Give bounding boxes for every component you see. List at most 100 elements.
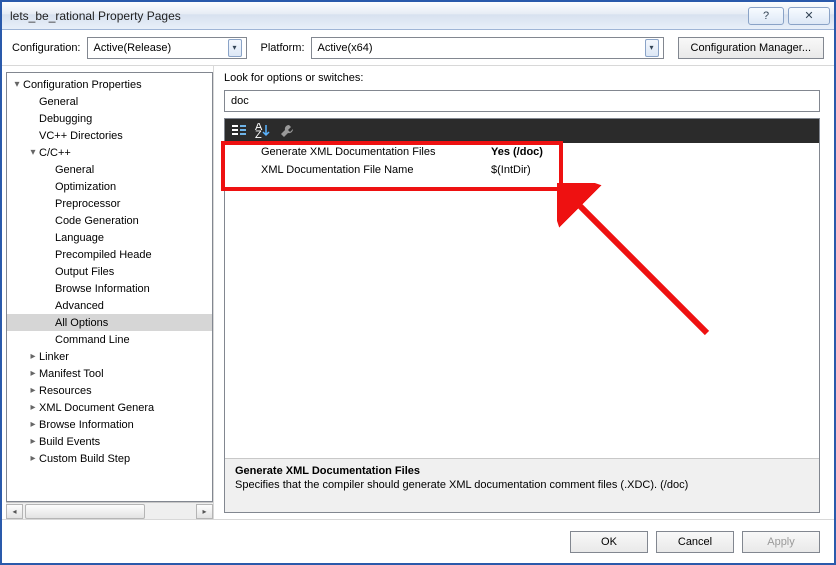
tree-label: Browse Information bbox=[55, 283, 150, 295]
tree-root[interactable]: ▾Configuration Properties bbox=[7, 76, 212, 93]
platform-label: Platform: bbox=[261, 42, 305, 54]
chevron-right-icon: ▸ bbox=[27, 368, 39, 379]
tree-label: All Options bbox=[55, 317, 108, 329]
window-buttons: ? ✕ bbox=[748, 7, 830, 25]
property-value: $(IntDir) bbox=[491, 164, 531, 176]
tree-label: General bbox=[39, 96, 78, 108]
tree-label: XML Document Genera bbox=[39, 402, 154, 414]
tree-item[interactable]: ▸Build Events bbox=[7, 433, 212, 450]
window-title: lets_be_rational Property Pages bbox=[10, 9, 748, 23]
property-key: XML Documentation File Name bbox=[261, 164, 491, 176]
question-icon: ? bbox=[763, 10, 769, 22]
tree-item[interactable]: Advanced bbox=[7, 297, 212, 314]
tree-label: Precompiled Heade bbox=[55, 249, 152, 261]
apply-button[interactable]: Apply bbox=[742, 531, 820, 553]
close-button[interactable]: ✕ bbox=[788, 7, 830, 25]
property-key: Generate XML Documentation Files bbox=[261, 146, 491, 158]
tree-label: General bbox=[55, 164, 94, 176]
tree-label: VC++ Directories bbox=[39, 130, 123, 142]
tree-label: Code Generation bbox=[55, 215, 139, 227]
footer: OK Cancel Apply bbox=[2, 519, 834, 563]
config-row: Configuration: Active(Release) ▾ Platfor… bbox=[2, 30, 834, 66]
chevron-down-icon: ▾ bbox=[27, 147, 39, 158]
tree-label: Custom Build Step bbox=[39, 453, 130, 465]
tree-item[interactable]: ▸Browse Information bbox=[7, 416, 212, 433]
description-pane: Generate XML Documentation Files Specifi… bbox=[225, 458, 819, 512]
property-grid: AZ Generate XML Documentation FilesYes (… bbox=[224, 118, 820, 513]
tree-item[interactable]: ▸Manifest Tool bbox=[7, 365, 212, 382]
chevron-right-icon: ▸ bbox=[27, 436, 39, 447]
scroll-right-icon[interactable]: ▸ bbox=[196, 504, 213, 519]
configuration-label: Configuration: bbox=[12, 42, 81, 54]
desc-title: Generate XML Documentation Files bbox=[235, 465, 809, 477]
tree-item[interactable]: ▸Linker bbox=[7, 348, 212, 365]
tree-label: Language bbox=[55, 232, 104, 244]
tree-label: Advanced bbox=[55, 300, 104, 312]
tree-label: Manifest Tool bbox=[39, 368, 104, 380]
property-list[interactable]: Generate XML Documentation FilesYes (/do… bbox=[225, 143, 819, 458]
tree-label: Output Files bbox=[55, 266, 114, 278]
tree-label: C/C++ bbox=[39, 147, 71, 159]
tree-item[interactable]: ▸XML Document Genera bbox=[7, 399, 212, 416]
tree-item[interactable]: General bbox=[7, 161, 212, 178]
tree-label: Linker bbox=[39, 351, 69, 363]
chevron-down-icon: ▾ bbox=[645, 39, 659, 57]
tree-item[interactable]: Code Generation bbox=[7, 212, 212, 229]
chevron-right-icon: ▸ bbox=[27, 402, 39, 413]
tree-label: Build Events bbox=[39, 436, 100, 448]
tree-item[interactable]: All Options bbox=[7, 314, 212, 331]
look-label: Look for options or switches: bbox=[224, 72, 820, 84]
tree-label: Browse Information bbox=[39, 419, 134, 431]
tree-item[interactable]: Language bbox=[7, 229, 212, 246]
close-icon: ✕ bbox=[804, 9, 813, 22]
tree-item[interactable]: ▸Custom Build Step bbox=[7, 450, 212, 467]
help-button[interactable]: ? bbox=[748, 7, 784, 25]
platform-value: Active(x64) bbox=[318, 42, 373, 54]
tree-label: Debugging bbox=[39, 113, 92, 125]
svg-text:Z: Z bbox=[255, 129, 262, 139]
scroll-left-icon[interactable]: ◂ bbox=[6, 504, 23, 519]
tree-item[interactable]: Command Line bbox=[7, 331, 212, 348]
tree-item[interactable]: Output Files bbox=[7, 263, 212, 280]
tree-label: Command Line bbox=[55, 334, 130, 346]
desc-text: Specifies that the compiler should gener… bbox=[235, 479, 809, 491]
property-row[interactable]: Generate XML Documentation FilesYes (/do… bbox=[225, 143, 819, 161]
tree-panel: ▾Configuration PropertiesGeneralDebuggin… bbox=[2, 66, 214, 519]
sort-az-icon[interactable]: AZ bbox=[255, 123, 271, 139]
categorize-icon[interactable] bbox=[231, 123, 247, 139]
chevron-right-icon: ▸ bbox=[27, 453, 39, 464]
tree-item[interactable]: Precompiled Heade bbox=[7, 246, 212, 263]
scroll-thumb[interactable] bbox=[25, 504, 145, 519]
tree-label: Preprocessor bbox=[55, 198, 120, 210]
cancel-button[interactable]: Cancel bbox=[656, 531, 734, 553]
tree-item[interactable]: VC++ Directories bbox=[7, 127, 212, 144]
titlebar: lets_be_rational Property Pages ? ✕ bbox=[2, 2, 834, 30]
tree-box: ▾Configuration PropertiesGeneralDebuggin… bbox=[6, 72, 213, 502]
tree-label: Optimization bbox=[55, 181, 116, 193]
property-value: Yes (/doc) bbox=[491, 146, 543, 158]
tree-item[interactable]: General bbox=[7, 93, 212, 110]
config-manager-button[interactable]: Configuration Manager... bbox=[678, 37, 824, 59]
platform-combo[interactable]: Active(x64) ▾ bbox=[311, 37, 664, 59]
chevron-right-icon: ▸ bbox=[27, 351, 39, 362]
tree-item[interactable]: ▸Resources bbox=[7, 382, 212, 399]
tree-item[interactable]: Browse Information bbox=[7, 280, 212, 297]
wrench-icon[interactable] bbox=[279, 123, 295, 139]
tree-item[interactable]: Preprocessor bbox=[7, 195, 212, 212]
tree-label: Configuration Properties bbox=[23, 79, 142, 91]
tree-label: Resources bbox=[39, 385, 92, 397]
chevron-right-icon: ▸ bbox=[27, 419, 39, 430]
chevron-down-icon: ▾ bbox=[11, 79, 23, 90]
tree-hscroll[interactable]: ◂ ▸ bbox=[6, 502, 213, 519]
grid-toolbar: AZ bbox=[225, 119, 819, 143]
configuration-value: Active(Release) bbox=[94, 42, 172, 54]
ok-button[interactable]: OK bbox=[570, 531, 648, 553]
chevron-right-icon: ▸ bbox=[27, 385, 39, 396]
chevron-down-icon: ▾ bbox=[228, 39, 242, 57]
tree-item[interactable]: Optimization bbox=[7, 178, 212, 195]
configuration-combo[interactable]: Active(Release) ▾ bbox=[87, 37, 247, 59]
property-row[interactable]: XML Documentation File Name$(IntDir) bbox=[225, 161, 819, 179]
search-input[interactable]: doc bbox=[224, 90, 820, 112]
tree-cpp[interactable]: ▾C/C++ bbox=[7, 144, 212, 161]
tree-item[interactable]: Debugging bbox=[7, 110, 212, 127]
